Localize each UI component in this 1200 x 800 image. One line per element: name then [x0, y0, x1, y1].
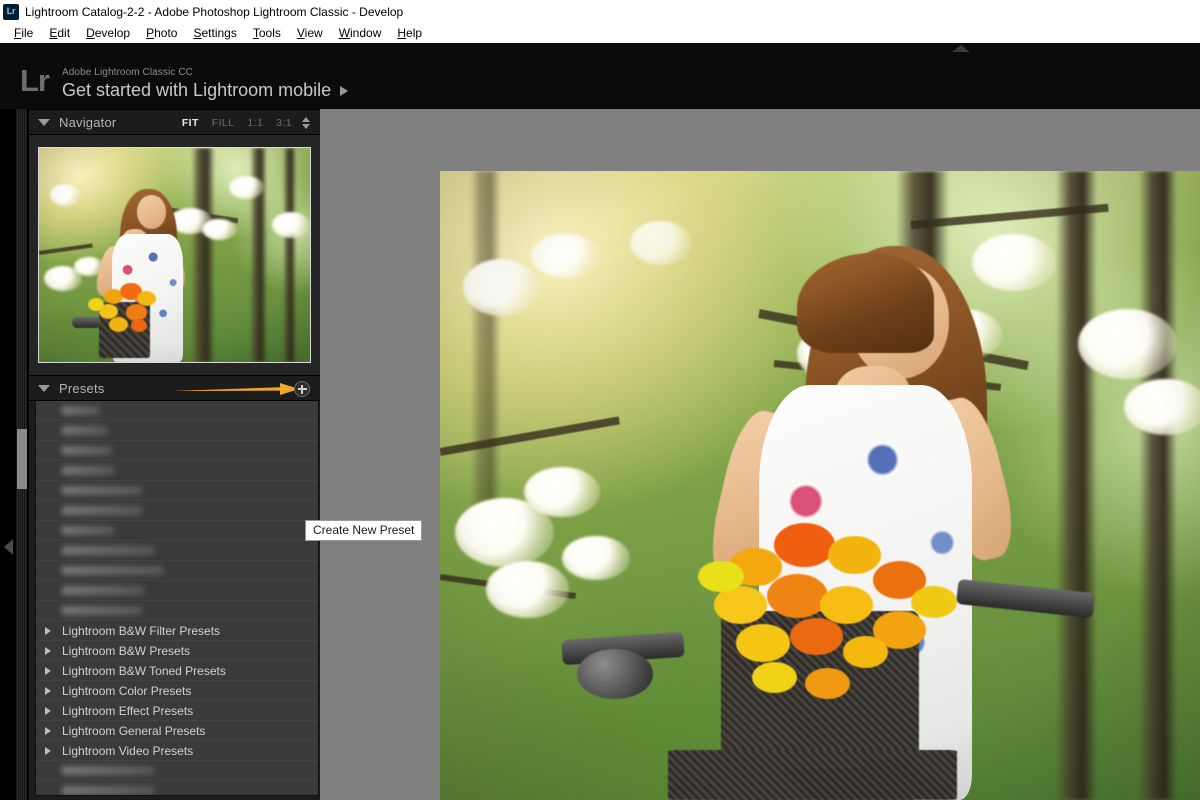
triangle-right-icon	[340, 85, 349, 96]
window-title: Lightroom Catalog-2-2 - Adobe Photoshop …	[25, 4, 404, 19]
list-item[interactable]	[36, 401, 318, 421]
presets-list[interactable]: Lightroom B&W Filter Presets Lightroom B…	[35, 401, 319, 796]
list-item[interactable]	[36, 581, 318, 601]
zoom-mode-fit[interactable]: FIT	[182, 117, 199, 129]
preset-group-bw-filter[interactable]: Lightroom B&W Filter Presets	[36, 621, 318, 641]
left-panels: Navigator FIT FILL 1:1 3:1 Presets Light…	[29, 109, 320, 800]
triangle-down-icon[interactable]	[38, 384, 50, 392]
plus-circle-icon[interactable]	[294, 381, 310, 397]
menu-photo[interactable]: Photo	[138, 25, 185, 41]
photo-thumbnail	[39, 148, 310, 362]
list-item[interactable]	[36, 541, 318, 561]
preset-group-color[interactable]: Lightroom Color Presets	[36, 681, 318, 701]
menu-window[interactable]: Window	[331, 25, 390, 41]
navigator-zoom-modes: FIT FILL 1:1 3:1	[182, 110, 310, 136]
identity-subtitle: Adobe Lightroom Classic CC	[62, 67, 193, 78]
navigator-title: Navigator	[59, 114, 117, 130]
menu-settings[interactable]: Settings	[185, 25, 244, 41]
navigator-thumbnail[interactable]	[38, 147, 311, 363]
triangle-down-icon[interactable]	[38, 118, 50, 126]
work-area: Navigator FIT FILL 1:1 3:1 Presets Light…	[0, 109, 1200, 800]
triangle-right-icon[interactable]	[45, 747, 51, 755]
list-item[interactable]	[36, 761, 318, 781]
menu-develop[interactable]: Develop	[78, 25, 138, 41]
presets-title: Presets	[59, 380, 105, 396]
up-down-stepper-icon[interactable]	[302, 117, 310, 129]
app-icon: Lr	[3, 3, 19, 20]
left-panel-scrollbar-thumb[interactable]	[17, 429, 27, 489]
menu-tools[interactable]: Tools	[245, 25, 289, 41]
list-item[interactable]	[36, 461, 318, 481]
triangle-up-icon[interactable]	[952, 45, 970, 52]
menu-help[interactable]: Help	[389, 25, 430, 41]
lightroom-logo: Lr	[20, 63, 50, 98]
triangle-right-icon[interactable]	[45, 727, 51, 735]
zoom-mode-1-1[interactable]: 1:1	[247, 117, 263, 129]
image-canvas[interactable]	[320, 109, 1200, 800]
list-item[interactable]	[36, 441, 318, 461]
annotation-arrow	[172, 383, 299, 395]
triangle-right-icon[interactable]	[45, 667, 51, 675]
triangle-right-icon[interactable]	[45, 647, 51, 655]
identity-headline-row[interactable]: Get started with Lightroom mobile	[62, 80, 349, 100]
window-titlebar: Lr Lightroom Catalog-2-2 - Adobe Photosh…	[0, 0, 1200, 23]
list-item[interactable]	[36, 501, 318, 521]
presets-header[interactable]: Presets	[29, 375, 320, 401]
triangle-right-icon[interactable]	[45, 687, 51, 695]
preset-group-effect[interactable]: Lightroom Effect Presets	[36, 701, 318, 721]
menubar: File Edit Develop Photo Settings Tools V…	[0, 23, 1200, 43]
menu-edit[interactable]: Edit	[41, 25, 78, 41]
left-panel-group: Navigator FIT FILL 1:1 3:1 Presets Light…	[0, 109, 423, 800]
navigator-preview[interactable]	[29, 135, 320, 375]
triangle-left-icon[interactable]	[4, 539, 13, 555]
photo-main	[440, 171, 1200, 800]
preset-group-bw[interactable]: Lightroom B&W Presets	[36, 641, 318, 661]
menu-file[interactable]: File	[6, 25, 41, 41]
zoom-mode-3-1[interactable]: 3:1	[276, 117, 292, 129]
preset-group-bw-toned[interactable]: Lightroom B&W Toned Presets	[36, 661, 318, 681]
navigator-header[interactable]: Navigator FIT FILL 1:1 3:1	[29, 109, 320, 135]
triangle-right-icon[interactable]	[45, 707, 51, 715]
zoom-mode-fill[interactable]: FILL	[212, 117, 235, 129]
list-item[interactable]	[36, 421, 318, 441]
identity-plate: Lr Adobe Lightroom Classic CC Get starte…	[0, 43, 1200, 109]
tooltip-create-new-preset: Create New Preset	[305, 520, 423, 541]
list-item[interactable]	[36, 781, 318, 795]
identity-headline: Get started with Lightroom mobile	[62, 80, 332, 100]
menu-view[interactable]: View	[289, 25, 331, 41]
preset-group-general[interactable]: Lightroom General Presets	[36, 721, 318, 741]
list-item[interactable]	[36, 561, 318, 581]
main-photo[interactable]	[440, 171, 1200, 800]
lightroom-body: Lr Adobe Lightroom Classic CC Get starte…	[0, 43, 1200, 800]
list-item[interactable]	[36, 601, 318, 621]
list-item[interactable]	[36, 481, 318, 501]
list-item[interactable]	[36, 521, 318, 541]
triangle-right-icon[interactable]	[45, 627, 51, 635]
lightroom-window: Lr Lightroom Catalog-2-2 - Adobe Photosh…	[0, 0, 1200, 800]
preset-group-video[interactable]: Lightroom Video Presets	[36, 741, 318, 761]
